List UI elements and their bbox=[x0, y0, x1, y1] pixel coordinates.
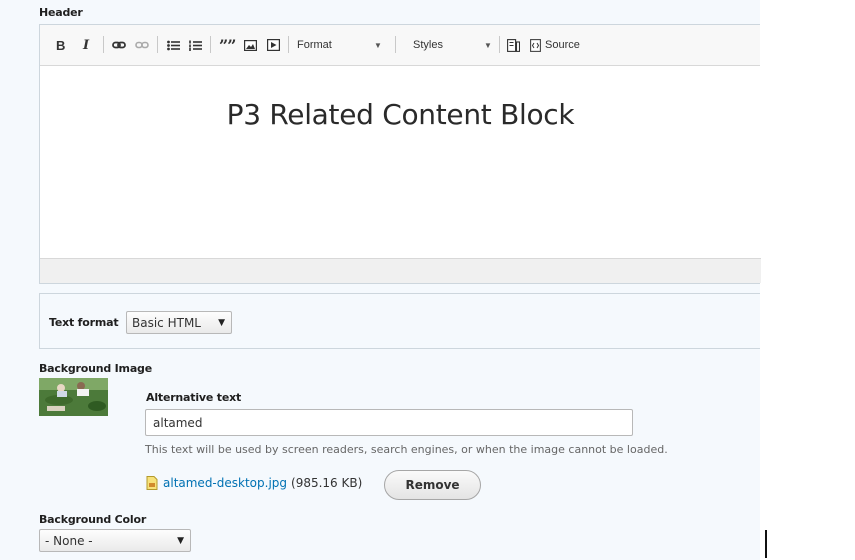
chevron-down-icon: ▼ bbox=[484, 40, 492, 50]
chevron-down-icon: ▼ bbox=[177, 535, 184, 546]
file-link[interactable]: altamed-desktop.jpg bbox=[163, 476, 287, 490]
template-icon[interactable] bbox=[506, 37, 520, 53]
alt-text-description: This text will be used by screen readers… bbox=[145, 443, 668, 456]
italic-icon[interactable]: I bbox=[83, 37, 89, 53]
link-icon[interactable] bbox=[112, 37, 126, 53]
editor-content-area[interactable]: P3 Related Content Block bbox=[40, 66, 761, 259]
source-icon bbox=[530, 38, 541, 52]
source-label: Source bbox=[545, 39, 580, 51]
form-panel: Header B I ”” Format ▼ Styles ▼ Source P… bbox=[0, 0, 761, 560]
alt-text-value: altamed bbox=[153, 415, 203, 430]
chevron-down-icon: ▼ bbox=[218, 317, 225, 328]
format-dropdown-label: Format bbox=[297, 39, 332, 51]
background-image-label: Background Image bbox=[39, 362, 152, 375]
file-icon bbox=[146, 476, 158, 490]
header-label: Header bbox=[39, 6, 83, 19]
background-color-selected: - None - bbox=[45, 533, 93, 548]
editor-toolbar: B I ”” Format ▼ Styles ▼ Source bbox=[40, 25, 760, 66]
toolbar-separator bbox=[103, 36, 104, 53]
background-color-label: Background Color bbox=[39, 513, 147, 526]
bold-icon[interactable]: B bbox=[56, 37, 65, 53]
blockquote-icon[interactable]: ”” bbox=[219, 36, 236, 55]
background-image-thumbnail bbox=[39, 378, 108, 416]
toolbar-separator bbox=[288, 36, 289, 53]
toolbar-separator bbox=[157, 36, 158, 53]
text-format-wrapper: Text format Basic HTML ▼ bbox=[39, 293, 760, 349]
toolbar-separator bbox=[499, 36, 500, 53]
alt-text-label: Alternative text bbox=[146, 391, 242, 404]
unlink-icon[interactable] bbox=[135, 37, 149, 53]
styles-dropdown-label: Styles bbox=[413, 39, 443, 51]
file-size: (985.16 KB) bbox=[291, 476, 363, 490]
text-format-label: Text format bbox=[49, 316, 119, 329]
format-dropdown[interactable]: Format ▼ bbox=[297, 37, 383, 53]
numbered-list-icon[interactable] bbox=[188, 37, 202, 53]
source-button[interactable]: Source bbox=[530, 37, 580, 53]
uploaded-file: altamed-desktop.jpg (985.16 KB) bbox=[146, 476, 362, 490]
image-icon[interactable] bbox=[243, 37, 257, 53]
content-heading: P3 Related Content Block bbox=[226, 98, 575, 131]
background-color-select[interactable]: - None - ▼ bbox=[39, 529, 191, 552]
toolbar-separator bbox=[210, 36, 211, 53]
styles-dropdown[interactable]: Styles ▼ bbox=[413, 37, 493, 53]
text-format-select[interactable]: Basic HTML ▼ bbox=[126, 311, 232, 334]
editor-status-bar bbox=[40, 258, 761, 283]
chevron-down-icon: ▼ bbox=[374, 40, 382, 50]
media-icon[interactable] bbox=[266, 37, 280, 53]
text-cursor bbox=[765, 530, 767, 558]
toolbar-separator bbox=[395, 36, 396, 53]
remove-button[interactable]: Remove bbox=[384, 470, 481, 500]
bulleted-list-icon[interactable] bbox=[166, 37, 180, 53]
alt-text-input[interactable]: altamed bbox=[145, 409, 633, 436]
text-format-selected: Basic HTML bbox=[132, 315, 201, 330]
rich-text-editor: B I ”” Format ▼ Styles ▼ Source P3 Relat… bbox=[39, 24, 761, 284]
